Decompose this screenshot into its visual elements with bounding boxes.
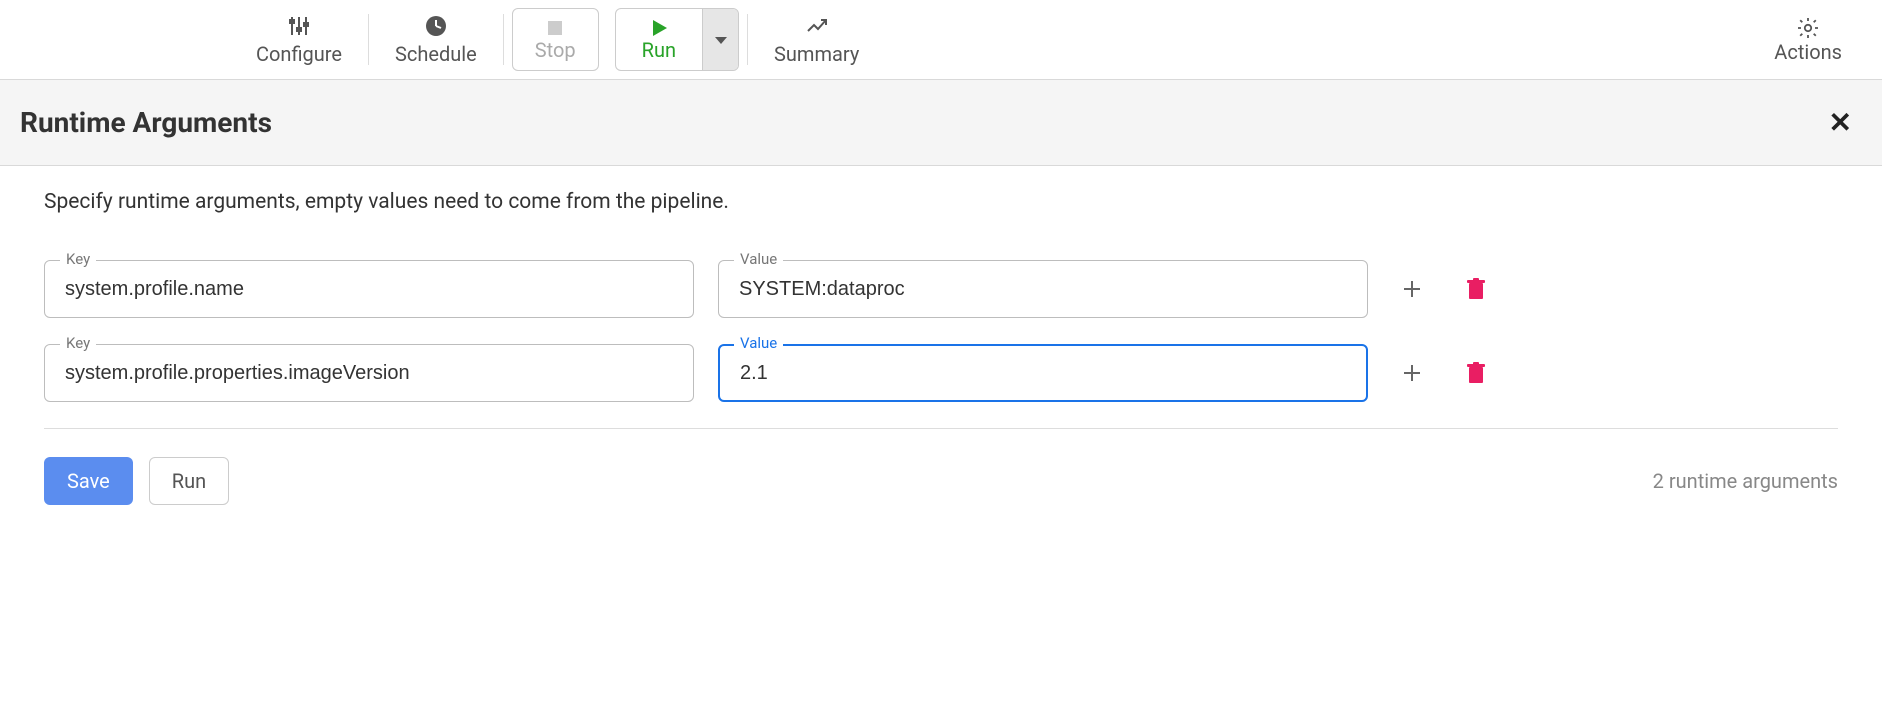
key-legend: Key bbox=[60, 250, 96, 268]
plus-icon bbox=[1401, 278, 1423, 300]
argument-row: Key Value bbox=[44, 260, 1838, 318]
summary-button[interactable]: Summary bbox=[748, 0, 885, 79]
run-dropdown-toggle[interactable] bbox=[702, 9, 738, 70]
trash-icon bbox=[1466, 362, 1486, 384]
key-input[interactable] bbox=[44, 344, 694, 402]
run-button[interactable]: Run bbox=[616, 18, 702, 62]
value-input[interactable] bbox=[718, 344, 1368, 402]
schedule-button[interactable]: Schedule bbox=[369, 0, 503, 79]
close-button[interactable]: ✕ bbox=[1829, 106, 1862, 139]
panel-title: Runtime Arguments bbox=[20, 106, 272, 139]
actions-label: Actions bbox=[1774, 40, 1842, 64]
chart-icon bbox=[805, 14, 829, 38]
key-legend: Key bbox=[60, 334, 96, 352]
configure-label: Configure bbox=[256, 42, 342, 66]
sliders-icon bbox=[287, 14, 311, 38]
arguments-count: 2 runtime arguments bbox=[1653, 469, 1838, 493]
gear-icon bbox=[1796, 16, 1820, 40]
panel-header: Runtime Arguments ✕ bbox=[0, 80, 1882, 166]
stop-button: Stop bbox=[512, 8, 599, 71]
stop-label: Stop bbox=[535, 38, 576, 62]
schedule-label: Schedule bbox=[395, 42, 477, 66]
plus-icon bbox=[1401, 362, 1423, 384]
close-icon: ✕ bbox=[1829, 106, 1852, 139]
add-row-button[interactable] bbox=[1392, 362, 1432, 384]
value-legend: Value bbox=[734, 250, 783, 268]
save-button[interactable]: Save bbox=[44, 457, 133, 505]
argument-row: Key Value bbox=[44, 344, 1838, 402]
delete-row-button[interactable] bbox=[1456, 278, 1496, 300]
clock-icon bbox=[424, 14, 448, 38]
value-input[interactable] bbox=[718, 260, 1368, 318]
configure-button[interactable]: Configure bbox=[230, 0, 368, 79]
actions-button[interactable]: Actions bbox=[1774, 0, 1842, 79]
delete-row-button[interactable] bbox=[1456, 362, 1496, 384]
stop-icon bbox=[545, 18, 565, 38]
key-field[interactable]: Key bbox=[44, 260, 694, 318]
summary-label: Summary bbox=[774, 42, 859, 66]
value-legend: Value bbox=[734, 334, 783, 352]
panel-description: Specify runtime arguments, empty values … bbox=[44, 190, 1838, 214]
add-row-button[interactable] bbox=[1392, 278, 1432, 300]
run-button-group: Run bbox=[615, 8, 739, 71]
toolbar-separator bbox=[503, 14, 504, 65]
value-field[interactable]: Value bbox=[718, 344, 1368, 402]
run-label: Run bbox=[642, 38, 676, 62]
footer: Save Run 2 runtime arguments bbox=[44, 457, 1838, 505]
value-field[interactable]: Value bbox=[718, 260, 1368, 318]
divider bbox=[44, 428, 1838, 429]
trash-icon bbox=[1466, 278, 1486, 300]
play-icon bbox=[649, 18, 669, 38]
run-args-button[interactable]: Run bbox=[149, 457, 229, 505]
top-toolbar: Configure Schedule Stop Run bbox=[0, 0, 1882, 80]
panel-body: Specify runtime arguments, empty values … bbox=[0, 166, 1882, 505]
chevron-down-icon bbox=[713, 32, 729, 48]
key-input[interactable] bbox=[44, 260, 694, 318]
key-field[interactable]: Key bbox=[44, 344, 694, 402]
